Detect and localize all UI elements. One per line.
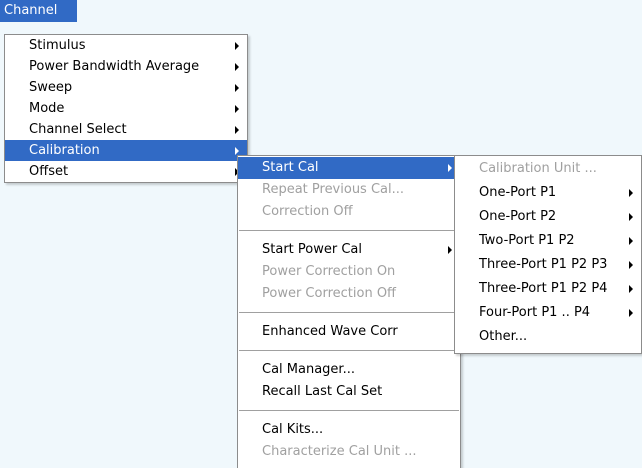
menu-item-start-cal[interactable]: Start Cal: [238, 157, 460, 179]
submenu-arrow-icon: [629, 261, 633, 269]
menu-item-mode[interactable]: Mode: [5, 98, 247, 119]
menu-item-label: Power Bandwidth Average: [29, 59, 200, 74]
submenu-arrow-icon: [448, 164, 452, 172]
menu-item-cal-manager[interactable]: Cal Manager...: [238, 359, 460, 381]
menu-item-three-port-p1-p2-p3[interactable]: Three-Port P1 P2 P3: [455, 253, 641, 277]
menu-item-one-port-p2[interactable]: One-Port P2: [455, 205, 641, 229]
menu-item-label: Characterize Cal Unit ...: [262, 444, 417, 459]
menu-item-label: Three-Port P1 P2 P4: [479, 281, 608, 296]
menu-item-label: Cal Manager...: [262, 362, 355, 377]
menu-item-label: Channel Select: [29, 122, 127, 137]
submenu-arrow-icon: [235, 147, 239, 155]
menu-item-label: Enhanced Wave Corr: [262, 324, 398, 339]
menu-item-label: One-Port P2: [479, 209, 557, 224]
menu-item-enhanced-wave-corr[interactable]: Enhanced Wave Corr: [238, 321, 460, 343]
menu-item-sweep[interactable]: Sweep: [5, 77, 247, 98]
menu-item-three-port-p1-p2-p4[interactable]: Three-Port P1 P2 P4: [455, 277, 641, 301]
menu-item-two-port-p1-p2[interactable]: Two-Port P1 P2: [455, 229, 641, 253]
menu-item-start-power-cal[interactable]: Start Power Cal: [238, 239, 460, 261]
submenu-arrow-icon: [629, 189, 633, 197]
menu-item-cal-kits[interactable]: Cal Kits...: [238, 419, 460, 441]
menu-item-label: Sweep: [29, 80, 73, 95]
submenu-arrow-icon: [629, 237, 633, 245]
menu-item-label: One-Port P1: [479, 185, 557, 200]
menu-separator: [239, 230, 459, 231]
menu-item-label: Correction Off: [262, 204, 353, 219]
channel-menu: Stimulus Power Bandwidth Average Sweep M…: [4, 34, 248, 183]
menu-item-label: Power Correction Off: [262, 286, 397, 301]
menu-item-label: Calibration Unit ...: [479, 161, 597, 176]
menu-item-label: Repeat Previous Cal...: [262, 182, 405, 197]
menu-item-label: Cal Kits...: [262, 422, 324, 437]
menu-item-correction-off: Correction Off: [238, 201, 460, 223]
menu-item-power-correction-on: Power Correction On: [238, 261, 460, 283]
menu-item-label: Power Correction On: [262, 264, 396, 279]
submenu-arrow-icon: [629, 309, 633, 317]
menu-item-calibration[interactable]: Calibration: [5, 140, 247, 161]
submenu-arrow-icon: [235, 126, 239, 134]
menu-item-label: Start Power Cal: [262, 242, 362, 257]
submenu-arrow-icon: [235, 42, 239, 50]
menu-item-label: Four-Port P1 .. P4: [479, 305, 591, 320]
menu-item-label: Stimulus: [29, 38, 86, 53]
menu-item-one-port-p1[interactable]: One-Port P1: [455, 181, 641, 205]
menu-item-label: Calibration: [29, 143, 100, 158]
menu-item-label: Mode: [29, 101, 65, 116]
menu-item-other[interactable]: Other...: [455, 325, 641, 349]
menu-separator: [239, 410, 459, 411]
calibration-submenu: Start Cal Repeat Previous Cal... Correct…: [237, 155, 461, 468]
menu-item-four-port-p1-p4[interactable]: Four-Port P1 .. P4: [455, 301, 641, 325]
menu-item-label: Two-Port P1 P2: [479, 233, 575, 248]
menu-item-power-correction-off: Power Correction Off: [238, 283, 460, 305]
menu-item-power-bandwidth-average[interactable]: Power Bandwidth Average: [5, 56, 247, 77]
menu-separator: [239, 312, 459, 313]
submenu-arrow-icon: [629, 213, 633, 221]
menu-item-label: Other...: [479, 329, 528, 344]
submenu-arrow-icon: [629, 285, 633, 293]
menu-item-channel-select[interactable]: Channel Select: [5, 119, 247, 140]
start-cal-submenu: Calibration Unit ... One-Port P1 One-Por…: [454, 155, 642, 354]
menu-item-label: Start Cal: [262, 160, 319, 175]
menu-item-offset[interactable]: Offset: [5, 161, 247, 182]
submenu-arrow-icon: [235, 84, 239, 92]
menu-item-label: Three-Port P1 P2 P3: [479, 257, 608, 272]
menu-separator: [239, 350, 459, 351]
submenu-arrow-icon: [448, 246, 452, 254]
menu-item-label: Recall Last Cal Set: [262, 384, 383, 399]
menu-item-characterize-cal-unit: Characterize Cal Unit ...: [238, 441, 460, 463]
submenu-arrow-icon: [235, 105, 239, 113]
menu-item-calibration-unit: Calibration Unit ...: [455, 157, 641, 181]
menu-item-label: Offset: [29, 164, 69, 179]
menu-item-recall-last-cal-set[interactable]: Recall Last Cal Set: [238, 381, 460, 403]
menu-channel[interactable]: Channel: [0, 0, 77, 22]
submenu-arrow-icon: [235, 63, 239, 71]
menu-item-stimulus[interactable]: Stimulus: [5, 35, 247, 56]
menu-item-repeat-previous-cal: Repeat Previous Cal...: [238, 179, 460, 201]
